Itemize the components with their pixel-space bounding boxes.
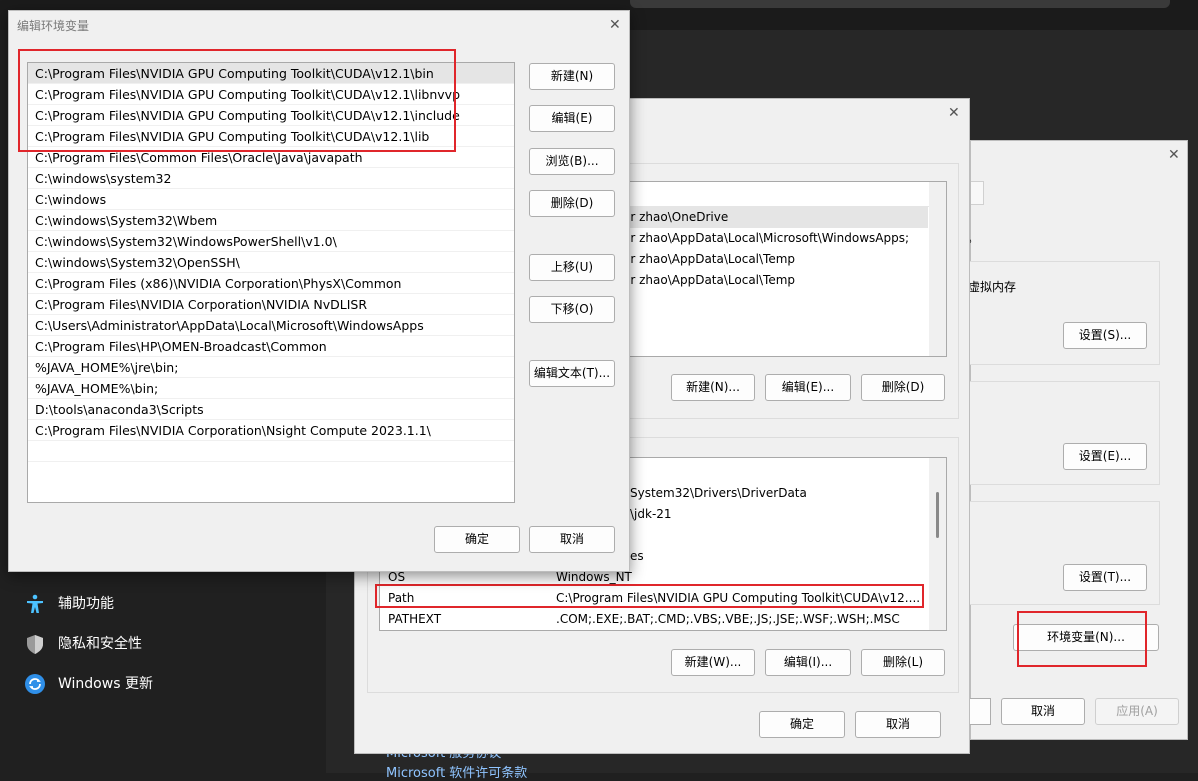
startup-settings-button[interactable]: 设置(T)...: [1063, 564, 1147, 591]
path-item[interactable]: C:\Users\Administrator\AppData\Local\Mic…: [28, 315, 514, 336]
close-icon[interactable]: ✕: [609, 18, 621, 32]
nav-item-privacy[interactable]: 隐私和安全性: [24, 630, 142, 658]
tab-header[interactable]: [971, 181, 984, 205]
path-item[interactable]: C:\windows: [28, 189, 514, 210]
path-item[interactable]: D:\tools\anaconda3\Scripts: [28, 399, 514, 420]
path-item[interactable]: %JAVA_HOME%\jre\bin;: [28, 357, 514, 378]
user-delete-button[interactable]: 删除(D): [861, 374, 945, 401]
ok-button-fragment[interactable]: [967, 698, 991, 725]
dialog-title: 编辑环境变量: [17, 19, 90, 33]
user-new-button[interactable]: 新建(N)...: [671, 374, 755, 401]
virtual-memory-text: 虚拟内存: [968, 280, 1017, 294]
edit-cancel-button[interactable]: 取消: [529, 526, 615, 553]
shield-icon: [27, 635, 43, 654]
scrollbar[interactable]: [929, 458, 946, 630]
path-item[interactable]: %JAVA_HOME%\bin;: [28, 378, 514, 399]
path-edit-text-button[interactable]: 编辑文本(T)...: [529, 360, 615, 387]
path-item-empty[interactable]: [28, 441, 514, 462]
path-new-button[interactable]: 新建(N): [529, 63, 615, 90]
nav-item-accessibility[interactable]: 辅助功能: [24, 590, 114, 618]
user-edit-button[interactable]: 编辑(E)...: [765, 374, 851, 401]
path-item[interactable]: C:\Program Files\NVIDIA Corporation\NVID…: [28, 294, 514, 315]
accessibility-icon: [27, 594, 43, 613]
path-item[interactable]: C:\windows\System32\WindowsPowerShell\v1…: [28, 231, 514, 252]
nav-item-windows-update[interactable]: Windows 更新: [24, 670, 153, 698]
path-delete-button[interactable]: 删除(D): [529, 190, 615, 217]
sysprop-cancel-button[interactable]: 取消: [1001, 698, 1085, 725]
table-row[interactable]: PATHEXT .COM;.EXE;.BAT;.CMD;.VBS;.VBE;.JS…: [380, 609, 928, 630]
edit-ok-button[interactable]: 确定: [434, 526, 520, 553]
system-edit-button[interactable]: 编辑(I)...: [765, 649, 851, 676]
sysprop-apply-button[interactable]: 应用(A): [1095, 698, 1179, 725]
link-license-terms[interactable]: Microsoft 软件许可条款: [386, 762, 527, 781]
performance-settings-button[interactable]: 设置(S)...: [1063, 322, 1147, 349]
edit-environment-variable-dialog: 编辑环境变量 ✕ C:\Program Files\NVIDIA GPU Com…: [8, 10, 630, 572]
path-move-up-button[interactable]: 上移(U): [529, 254, 615, 281]
path-item[interactable]: C:\Program Files (x86)\NVIDIA Corporatio…: [28, 273, 514, 294]
path-item[interactable]: C:\Program Files\NVIDIA GPU Computing To…: [28, 126, 514, 147]
performance-group: 虚拟内存: [967, 261, 1160, 365]
close-icon[interactable]: ✕: [948, 106, 960, 120]
windows-update-icon: [25, 674, 45, 694]
env-cancel-button[interactable]: 取消: [855, 711, 941, 738]
profile-settings-button[interactable]: 设置(E)...: [1063, 443, 1147, 470]
system-properties-dialog: ✕ 。 虚拟内存 设置(S)... 设置(E)... 设置(T)... 环境变量…: [967, 140, 1188, 740]
scrollbar[interactable]: [929, 182, 946, 356]
scrollbar-thumb[interactable]: [936, 492, 939, 538]
path-item[interactable]: C:\Program Files\NVIDIA GPU Computing To…: [28, 84, 514, 105]
path-item[interactable]: C:\Program Files\NVIDIA GPU Computing To…: [28, 63, 514, 84]
path-browse-button[interactable]: 浏览(B)...: [529, 148, 615, 175]
table-row-path[interactable]: Path C:\Program Files\NVIDIA GPU Computin…: [380, 588, 928, 609]
path-item[interactable]: C:\windows\System32\OpenSSH\: [28, 252, 514, 273]
path-item[interactable]: C:\Program Files\Common Files\Oracle\Jav…: [28, 147, 514, 168]
path-item[interactable]: C:\windows\system32: [28, 168, 514, 189]
path-item[interactable]: C:\Program Files\HP\OMEN-Broadcast\Commo…: [28, 336, 514, 357]
path-list[interactable]: C:\Program Files\NVIDIA GPU Computing To…: [27, 62, 515, 503]
path-item[interactable]: C:\windows\System32\Wbem: [28, 210, 514, 231]
env-ok-button[interactable]: 确定: [759, 711, 845, 738]
path-edit-button[interactable]: 编辑(E): [529, 105, 615, 132]
path-move-down-button[interactable]: 下移(O): [529, 296, 615, 323]
system-new-button[interactable]: 新建(W)...: [671, 649, 755, 676]
system-delete-button[interactable]: 删除(L): [861, 649, 945, 676]
environment-variables-button[interactable]: 环境变量(N)...: [1013, 624, 1159, 651]
close-icon[interactable]: ✕: [1168, 148, 1180, 162]
path-item[interactable]: C:\Program Files\NVIDIA GPU Computing To…: [28, 105, 514, 126]
path-item[interactable]: C:\Program Files\NVIDIA Corporation\Nsig…: [28, 420, 514, 441]
